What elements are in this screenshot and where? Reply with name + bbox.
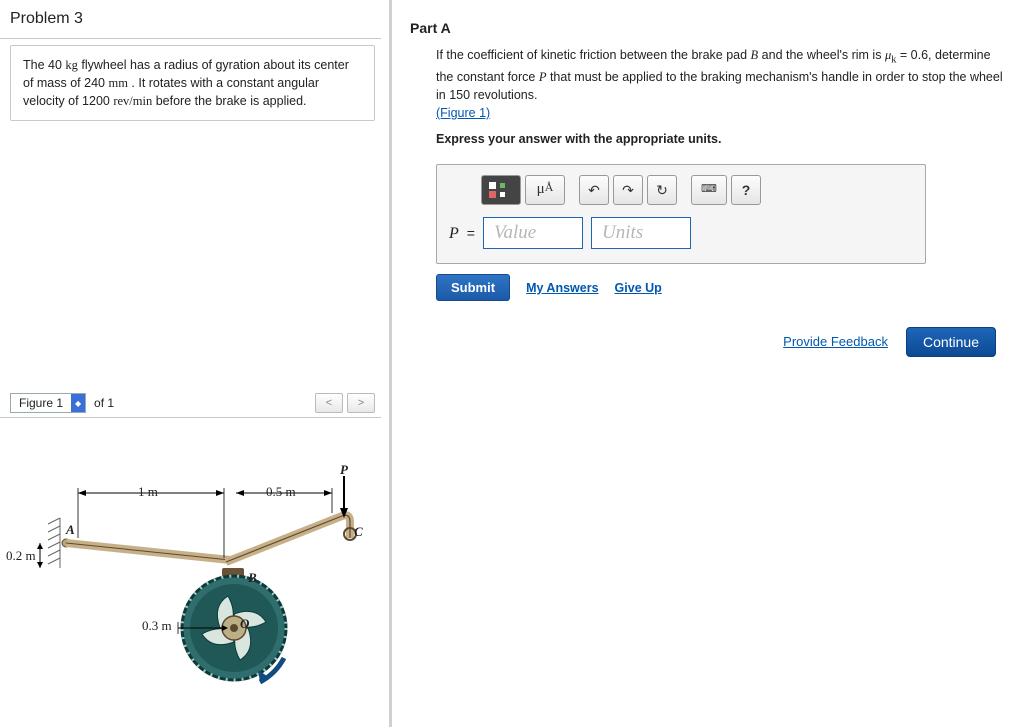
- my-answers-link[interactable]: My Answers: [526, 279, 598, 297]
- figure-link[interactable]: (Figure 1): [436, 106, 490, 120]
- give-up-link[interactable]: Give Up: [615, 279, 662, 297]
- reset-icon: ↻: [656, 180, 668, 200]
- chevron-right-icon: >: [358, 397, 364, 409]
- figure-next-button[interactable]: >: [347, 393, 375, 413]
- figure-dim-05m: 0.5 m: [266, 484, 296, 500]
- prompt-seg-1: If the coefficient of kinetic friction b…: [436, 48, 751, 62]
- figure-label-C: C: [354, 524, 363, 540]
- figure-prev-button[interactable]: <: [315, 393, 343, 413]
- figure-label-P: P: [340, 462, 348, 478]
- continue-label: Continue: [923, 334, 979, 350]
- figure-selector-spinner-icon: ◆: [71, 394, 85, 412]
- part-body: If the coefficient of kinetic friction b…: [406, 46, 1022, 357]
- templates-icon: [487, 180, 515, 200]
- problem-description: The 40 kg flywheel has a radius of gyrat…: [10, 45, 375, 121]
- instruction-text: Express your answer with the appropriate…: [436, 130, 1006, 148]
- answer-box: μÅ ↶ ↷ ↻ ⌨ ? P = Value Units: [436, 164, 926, 264]
- footer-row: Provide Feedback Continue: [436, 327, 1006, 357]
- special-chars-label: μÅ: [537, 179, 554, 201]
- problem-description-text: The 40 kg flywheel has a radius of gyrat…: [23, 58, 349, 108]
- units-placeholder: Units: [602, 219, 643, 247]
- provide-feedback-link[interactable]: Provide Feedback: [783, 333, 888, 352]
- redo-icon: ↷: [622, 180, 634, 200]
- part-title: Part A: [406, 6, 1022, 46]
- part-prompt: If the coefficient of kinetic friction b…: [436, 46, 1006, 104]
- problem-title: Problem 3: [0, 6, 381, 39]
- submit-button[interactable]: Submit: [436, 274, 510, 301]
- keyboard-icon: ⌨: [701, 182, 717, 198]
- figure-label-A: A: [66, 522, 75, 538]
- prompt-mu: μk: [885, 48, 896, 62]
- prompt-mu-val: = 0.6: [896, 48, 928, 62]
- continue-button[interactable]: Continue: [906, 327, 996, 357]
- prompt-seg-2: and the wheel's rim is: [758, 48, 885, 62]
- submit-label: Submit: [451, 280, 495, 295]
- figure-dim-02m: 0.2 m: [6, 548, 36, 564]
- figure-selector-label: Figure 1: [11, 394, 71, 412]
- figure-label-O: O: [240, 616, 249, 632]
- figure-canvas: P A B C O 1 m 0.5 m 0.2 m 0.3 m: [0, 417, 381, 727]
- help-icon: ?: [742, 180, 751, 200]
- figure-illustration: [0, 418, 380, 718]
- units-input[interactable]: Units: [591, 217, 691, 249]
- answer-toolbar: μÅ ↶ ↷ ↻ ⌨ ?: [437, 165, 925, 213]
- value-input[interactable]: Value: [483, 217, 583, 249]
- figure-count-text: of 1: [94, 396, 114, 410]
- right-pane: Part A If the coefficient of kinetic fri…: [392, 0, 1024, 727]
- redo-button[interactable]: ↷: [613, 175, 643, 205]
- action-row: Submit My Answers Give Up: [436, 274, 1006, 301]
- reset-button[interactable]: ↻: [647, 175, 677, 205]
- undo-icon: ↶: [588, 180, 600, 200]
- help-button[interactable]: ?: [731, 175, 761, 205]
- answer-input-row: P = Value Units: [437, 213, 925, 263]
- left-pane: Problem 3 The 40 kg flywheel has a radiu…: [0, 0, 392, 727]
- equals-sign: =: [467, 223, 475, 243]
- figure-dim-03m: 0.3 m: [142, 618, 172, 634]
- chevron-left-icon: <: [326, 397, 332, 409]
- answer-variable: P: [449, 222, 459, 245]
- figure-label-B: B: [248, 570, 257, 586]
- keyboard-button[interactable]: ⌨: [691, 175, 727, 205]
- figure-section: Figure 1 ◆ of 1 < >: [0, 391, 381, 727]
- figure-dim-1m: 1 m: [138, 484, 158, 500]
- figure-selector[interactable]: Figure 1 ◆: [10, 393, 86, 413]
- special-chars-button[interactable]: μÅ: [525, 175, 565, 205]
- figure-toolbar: Figure 1 ◆ of 1 < >: [0, 391, 381, 417]
- undo-button[interactable]: ↶: [579, 175, 609, 205]
- templates-button[interactable]: [481, 175, 521, 205]
- value-placeholder: Value: [494, 219, 536, 247]
